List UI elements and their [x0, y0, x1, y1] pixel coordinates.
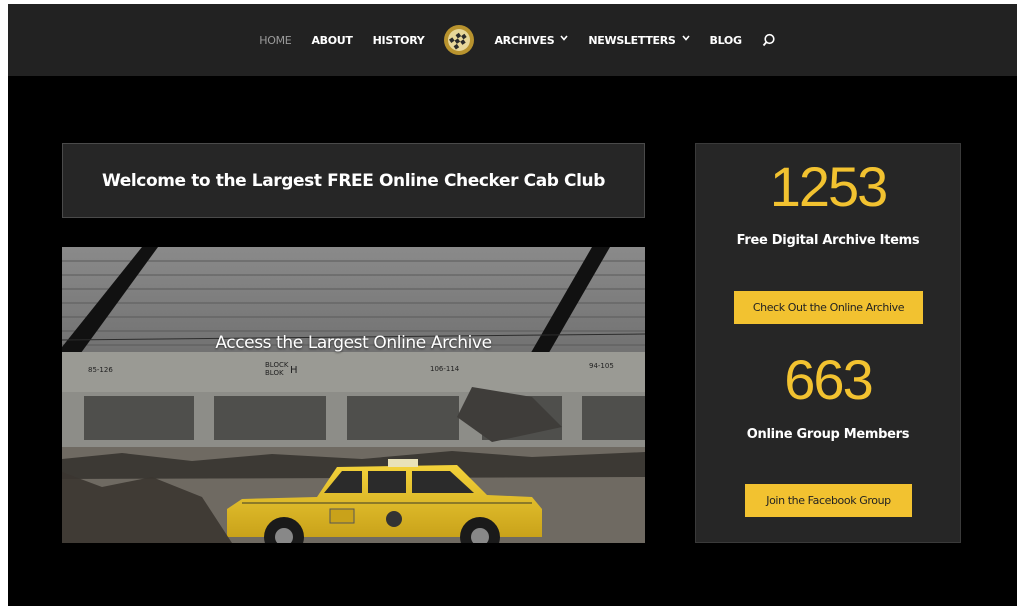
- nav-archives-label: ARCHIVES: [494, 33, 555, 47]
- online-archive-button[interactable]: Check Out the Online Archive: [734, 291, 923, 324]
- svg-text:106-114: 106-114: [430, 365, 460, 373]
- nav-archives[interactable]: ARCHIVES: [494, 34, 568, 47]
- hero-image[interactable]: 85-126 BLOCK BLOK H 106-114 94-105 Acces…: [62, 247, 645, 543]
- facebook-group-button[interactable]: Join the Facebook Group: [745, 484, 912, 517]
- nav-home[interactable]: HOME: [259, 34, 291, 47]
- svg-text:BLOK: BLOK: [265, 369, 284, 377]
- svg-text:85-126: 85-126: [88, 366, 113, 374]
- welcome-title: Welcome to the Largest FREE Online Check…: [101, 170, 606, 191]
- nav-newsletters-label: NEWSLETTERS: [588, 33, 676, 47]
- nav-history[interactable]: HISTORY: [373, 34, 425, 47]
- hero-caption-link[interactable]: Access the Largest Online Archive: [62, 333, 645, 353]
- chevron-down-icon: [681, 34, 690, 44]
- members-label: Online Group Members: [746, 427, 910, 442]
- search-icon[interactable]: [762, 33, 776, 47]
- nav-list: HOME ABOUT HISTORY ARCHIVES NEWSLETTERS …: [249, 25, 775, 55]
- page-frame: HOME ABOUT HISTORY ARCHIVES NEWSLETTERS …: [8, 4, 1017, 606]
- svg-text:94-105: 94-105: [589, 362, 614, 370]
- chevron-down-icon: [560, 34, 568, 44]
- svg-text:BLOCK: BLOCK: [265, 361, 289, 369]
- svg-text:H: H: [290, 365, 298, 376]
- checker-logo-icon[interactable]: [444, 25, 475, 55]
- stadium-taxi-photo: 85-126 BLOCK BLOK H 106-114 94-105: [62, 247, 645, 543]
- nav-about[interactable]: ABOUT: [311, 34, 352, 47]
- members-count: 663: [784, 348, 873, 411]
- archive-count: 1253: [769, 155, 889, 218]
- welcome-banner: Welcome to the Largest FREE Online Check…: [62, 143, 645, 218]
- stats-panel: 1253 Free Digital Archive Items Check Ou…: [695, 143, 961, 543]
- nav-newsletters[interactable]: NEWSLETTERS: [588, 33, 690, 47]
- top-navigation: HOME ABOUT HISTORY ARCHIVES NEWSLETTERS …: [8, 4, 1017, 76]
- nav-blog[interactable]: BLOG: [710, 34, 742, 47]
- archive-label: Free Digital Archive Items: [736, 233, 920, 248]
